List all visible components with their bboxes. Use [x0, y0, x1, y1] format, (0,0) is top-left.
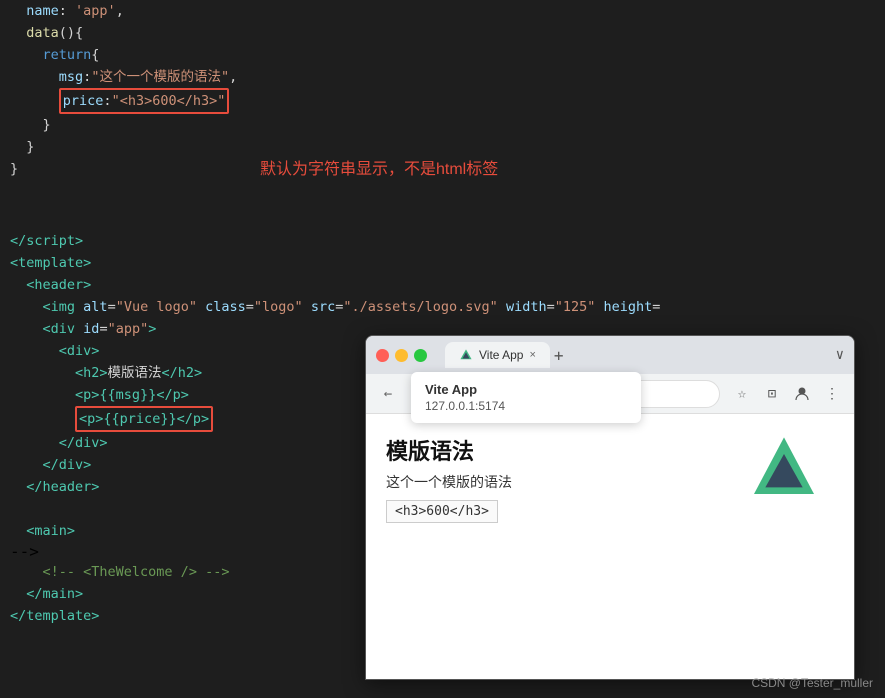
- menu-icon[interactable]: ⋮: [818, 380, 846, 408]
- code-line-11: <header>: [10, 274, 885, 296]
- code-line-9: </script>: [10, 230, 885, 252]
- code-line-4: msg:"这个一个模版的语法",: [10, 66, 885, 88]
- code-line-10: <template>: [10, 252, 885, 274]
- dropdown-site-url: 127.0.0.1:5174: [425, 399, 627, 413]
- browser-dot-red[interactable]: [376, 349, 389, 362]
- browser-tab[interactable]: Vite App ×: [445, 342, 550, 368]
- price-highlight: price:"<h3>600</h3>": [59, 88, 230, 114]
- account-icon[interactable]: [788, 380, 816, 408]
- vue-logo-area: [734, 434, 834, 659]
- code-line-3: return{: [10, 44, 885, 66]
- code-line-1: name: 'app',: [10, 0, 885, 22]
- browser-titlebar: Vite App × + ∨: [366, 336, 854, 374]
- nav-back-button[interactable]: ←: [374, 380, 402, 408]
- code-line-5: price:"<h3>600</h3>": [10, 88, 885, 114]
- browser-window: Vite App × + ∨ ← → C 127.0.0.1:5174 ☆ ⊡ …: [365, 335, 855, 680]
- browser-toolbar-icons: ☆ ⊡ ⋮: [728, 380, 846, 408]
- browser-tab-area: Vite App × +: [445, 342, 830, 368]
- code-line-12: <img alt="Vue logo" class="logo" src="./…: [10, 296, 885, 318]
- vue-logo-icon: [744, 434, 824, 514]
- browser-chevron-icon[interactable]: ∨: [836, 347, 844, 363]
- content-code-box: <h3>600</h3>: [386, 500, 498, 523]
- price-template-highlight: <p>{{price}}</p>: [75, 406, 213, 432]
- code-line-2: data(){: [10, 22, 885, 44]
- code-line-6: }: [10, 114, 885, 136]
- content-text: 这个一个模版的语法: [386, 472, 714, 492]
- annotation-text: 默认为字符串显示，不是html标签: [260, 155, 498, 179]
- content-heading: 模版语法: [386, 434, 714, 466]
- browser-dot-green[interactable]: [414, 349, 427, 362]
- watermark: CSDN @Tester_muller: [751, 676, 873, 690]
- bookmark-icon[interactable]: ☆: [728, 380, 756, 408]
- tab-favicon-icon: [459, 348, 473, 362]
- browser-dot-yellow[interactable]: [395, 349, 408, 362]
- window-icon[interactable]: ⊡: [758, 380, 786, 408]
- browser-tab-close[interactable]: ×: [529, 349, 535, 361]
- browser-tab-label: Vite App: [479, 348, 523, 362]
- browser-content: 模版语法 这个一个模版的语法 <h3>600</h3>: [366, 414, 854, 679]
- browser-new-tab-button[interactable]: +: [554, 346, 564, 365]
- dropdown-site-name: Vite App: [425, 382, 627, 397]
- browser-content-left: 模版语法 这个一个模版的语法 <h3>600</h3>: [386, 434, 714, 659]
- url-dropdown: Vite App 127.0.0.1:5174: [411, 372, 641, 423]
